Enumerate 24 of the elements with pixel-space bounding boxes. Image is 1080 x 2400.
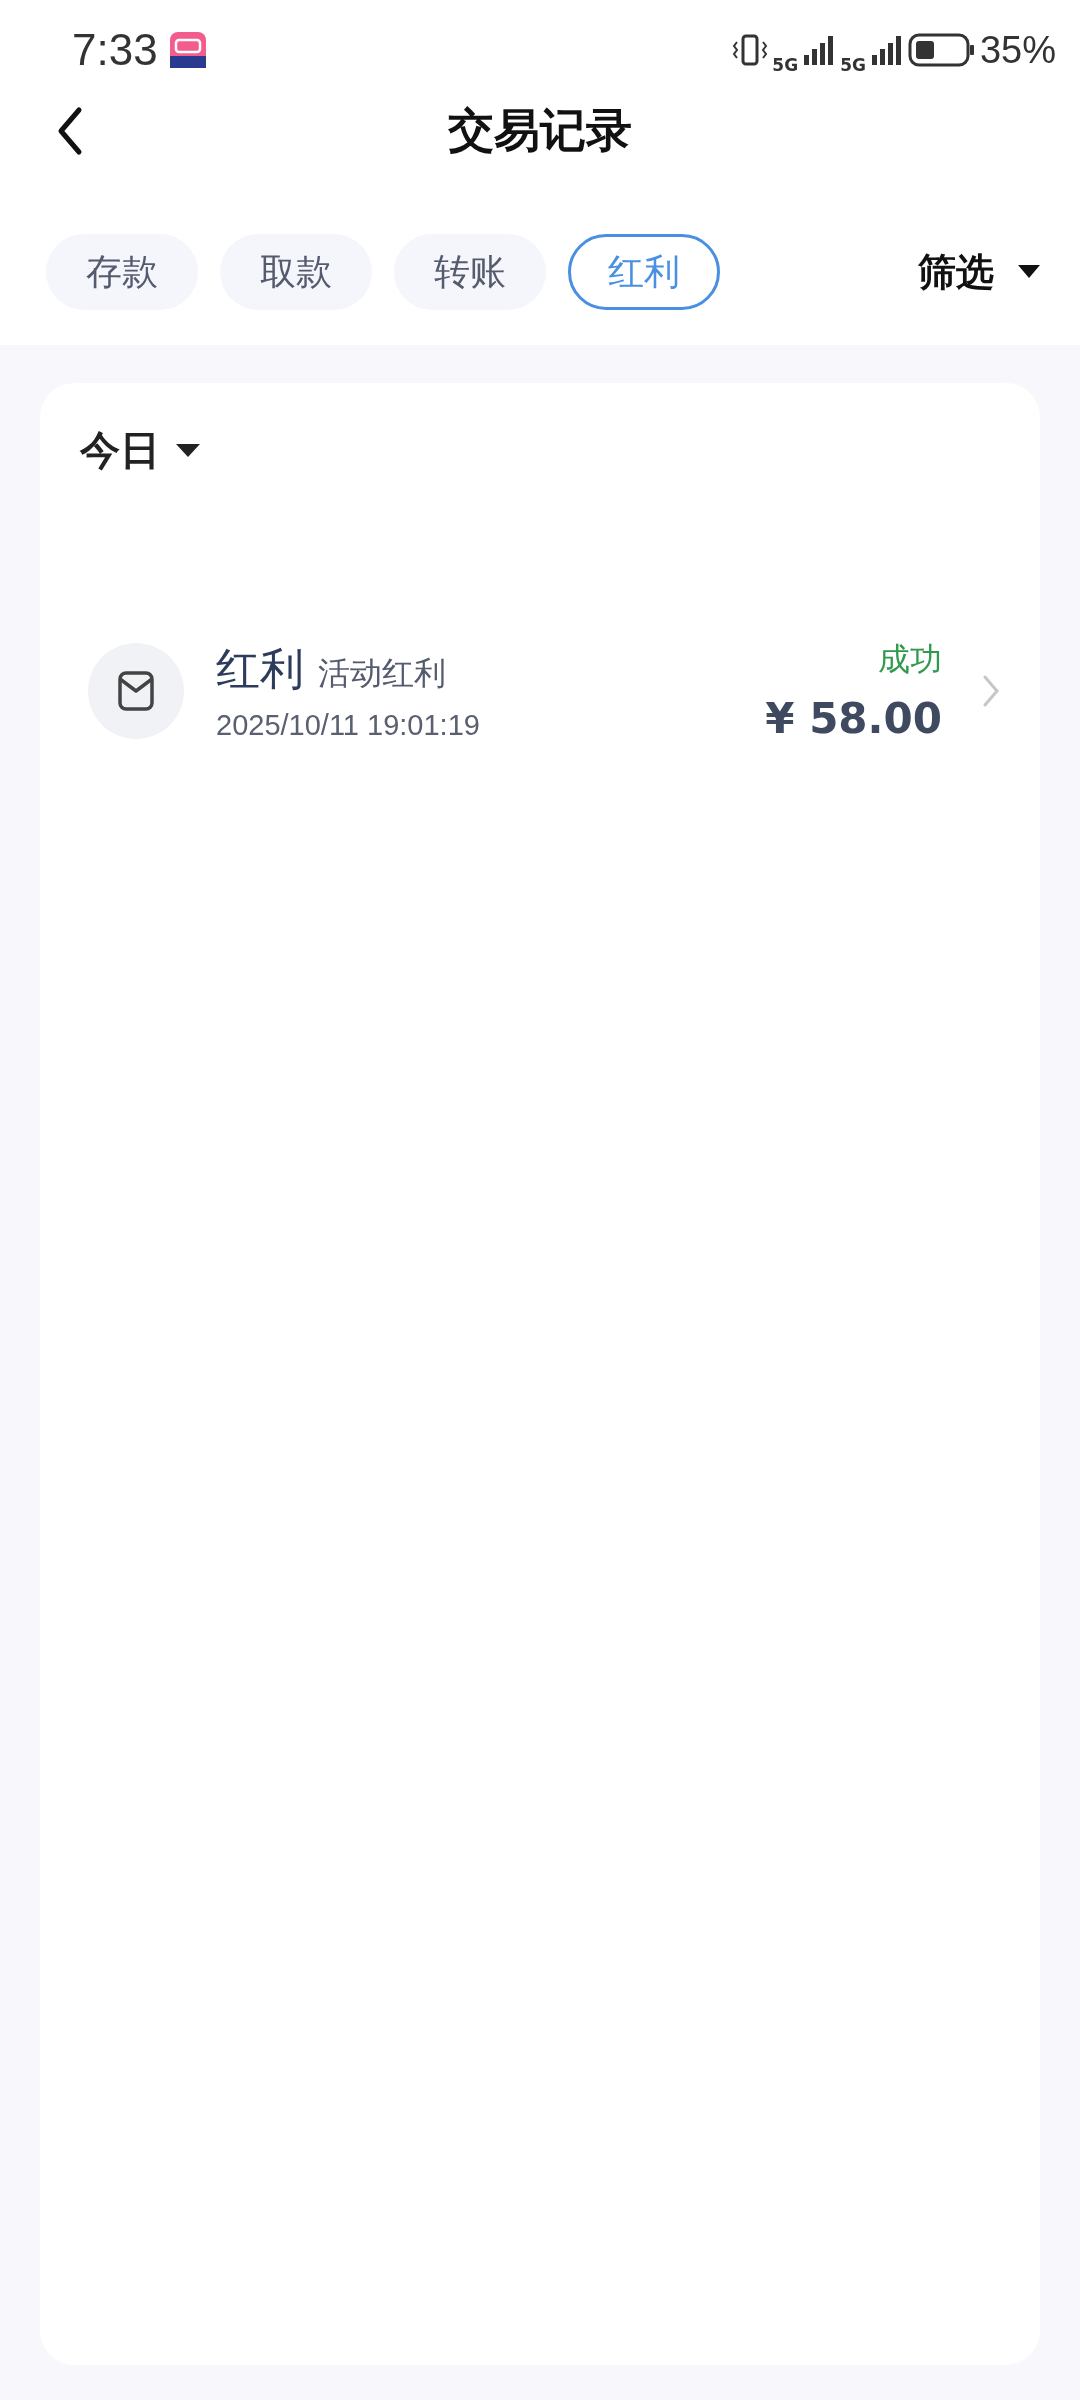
transaction-datetime: 2025/10/11 19:01:19	[216, 708, 481, 742]
status-time: 7:33	[72, 25, 158, 75]
transaction-row[interactable]: 红利 活动红利 2025/10/11 19:01:19 成功 ¥ 58.00	[40, 638, 1000, 743]
network-label: 5G	[772, 55, 799, 75]
transaction-subtype: 活动红利	[318, 652, 446, 694]
transaction-amount: ¥ 58.00	[765, 694, 942, 743]
date-dropdown[interactable]: 今日	[80, 423, 200, 478]
category-tab[interactable]: 取款	[220, 234, 372, 310]
network-label: 5G	[840, 55, 866, 75]
battery-percentage: 35%	[979, 28, 1056, 72]
filter-button[interactable]: 筛选	[918, 246, 1040, 298]
transaction-type: 红利	[216, 641, 304, 696]
signal-icon	[869, 33, 904, 67]
caret-down-icon	[176, 443, 200, 458]
vibrate-icon	[732, 32, 769, 68]
chevron-right-icon	[982, 673, 1000, 708]
category-tab[interactable]: 红利	[568, 234, 720, 310]
caret-down-icon	[1018, 265, 1040, 279]
page-title: 交易记录	[448, 102, 632, 159]
category-tab[interactable]: 转账	[394, 234, 546, 310]
category-tab[interactable]: 存款	[46, 234, 198, 310]
app-notification-icon	[169, 32, 206, 68]
transaction-status: 成功	[878, 639, 942, 680]
battery-icon	[907, 32, 976, 68]
